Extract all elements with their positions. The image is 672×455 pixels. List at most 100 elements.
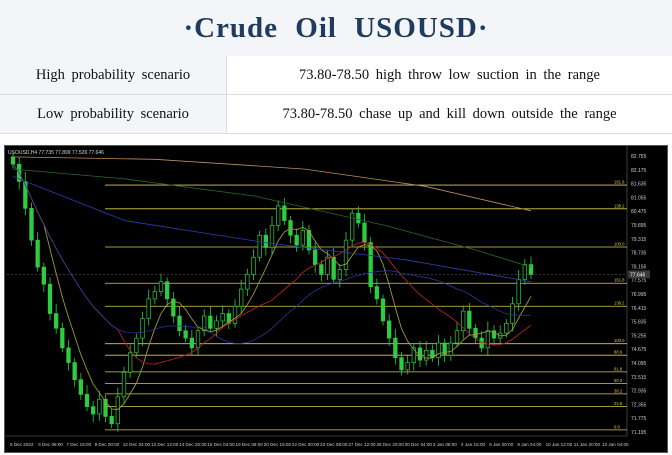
fib-level-label: 61.8 — [614, 366, 623, 371]
time-tick-label: 16 Dec 04:00 — [207, 442, 235, 447]
price-tick-label: 80.475 — [631, 209, 647, 215]
candle-body — [152, 291, 157, 300]
fib-level-label: 88.6 — [614, 350, 623, 355]
time-tick-label: 13 Dec 12:00 — [151, 442, 179, 447]
candle-body — [66, 347, 71, 363]
candle-body — [72, 362, 77, 381]
candle-body — [134, 337, 139, 354]
chart-svg[interactable]: USOUSD,H4 77.735 77.899 77.526 77.646 82… — [5, 146, 667, 452]
candle-body — [343, 239, 349, 270]
time-tick-label: 7 Dec 16:00 — [66, 442, 91, 447]
time-tick-label: 3 Jan 08:00 — [433, 442, 457, 447]
page-title: ·Crude Oil USOUSD· — [183, 11, 489, 44]
candle-body — [522, 264, 527, 280]
time-tick-label: 30 Dec 04:00 — [405, 442, 433, 447]
scenario-table: High probability scenario 73.80-78.50 hi… — [0, 56, 672, 134]
time-tick-label: 4 Jan 16:00 — [461, 442, 485, 447]
candle-body — [300, 229, 305, 246]
candle-body — [29, 207, 34, 241]
candle-body — [356, 212, 361, 224]
price-tick-label: 78.155 — [631, 264, 647, 270]
price-tick-label: 77.575 — [631, 278, 647, 284]
candle-body — [282, 205, 287, 221]
candle-body — [54, 313, 59, 329]
fib-level-label: 161.8 — [614, 180, 625, 185]
time-tick-label: 11 Jan 20:00 — [574, 442, 601, 447]
current-price-label: 77.646 — [630, 272, 646, 278]
price-tick-label: 74.675 — [631, 347, 647, 353]
candle-body — [467, 310, 472, 329]
candle-body — [10, 156, 16, 165]
candle-body — [362, 222, 367, 243]
price-tick-label: 79.315 — [631, 237, 647, 243]
page: ·Crude Oil USOUSD· High probability scen… — [0, 0, 672, 455]
price-tick-label: 75.255 — [631, 333, 647, 339]
scenario-label-low: Low probability scenario — [0, 94, 227, 134]
candle-body — [158, 281, 164, 292]
candle-body — [393, 337, 398, 359]
candle-body — [516, 278, 521, 305]
price-tick-label: 72.355 — [631, 402, 647, 408]
title-bar: ·Crude Oil USOUSD· — [0, 0, 672, 57]
candle-body — [319, 264, 324, 275]
candle-body — [313, 249, 318, 265]
candle-body — [239, 288, 244, 307]
price-tick-label: 76.415 — [631, 306, 647, 312]
candle-body — [350, 212, 355, 241]
candle-body — [399, 357, 404, 371]
price-tick-label: 78.735 — [631, 251, 647, 257]
time-tick-label: 19 Dec 08:00 — [236, 442, 264, 447]
fib-level-label: 161.8 — [614, 278, 625, 283]
candle-body — [473, 327, 478, 339]
candle-body — [214, 320, 219, 329]
candle-body — [436, 342, 441, 359]
price-tick-label: 79.895 — [631, 223, 647, 229]
price-chart[interactable]: USOUSD,H4 77.735 77.899 77.526 77.646 82… — [4, 145, 668, 453]
candle-body — [251, 256, 256, 275]
candle-body — [368, 242, 373, 288]
candle-body — [220, 313, 225, 322]
candle-body — [195, 330, 201, 349]
price-tick-label: 74.095 — [631, 361, 647, 367]
candle-body — [504, 323, 509, 334]
candle-body — [294, 234, 299, 246]
fib-level-label: 38.2 — [614, 388, 623, 393]
candle-body — [257, 234, 262, 258]
scenario-label-high: High probability scenario — [0, 56, 227, 95]
fib-level-label: 138.2 — [614, 301, 625, 306]
candle-body — [430, 349, 435, 359]
chart-header: USOUSD,H4 77.735 77.899 77.526 77.646 — [8, 150, 104, 156]
candle-body — [442, 342, 447, 356]
scenario-value-low: 73.80-78.50 chase up and kill down outsi… — [226, 94, 672, 134]
time-tick-label: 10 Jan 12:00 — [546, 442, 573, 447]
price-tick-label: 71.195 — [631, 430, 647, 436]
ma-mid-line — [12, 163, 532, 365]
time-tick-label: 20 Dec 16:00 — [264, 442, 292, 447]
time-tick-label: 28 Dec 20:00 — [376, 442, 404, 447]
candle-body — [528, 264, 534, 275]
candle-body — [387, 320, 392, 339]
candle-body — [84, 394, 90, 407]
candle-body — [424, 349, 429, 361]
candle-body — [454, 330, 460, 344]
candle-body — [146, 298, 151, 319]
price-tick-label: 76.995 — [631, 292, 647, 298]
fib-level-label: 0.0 — [614, 424, 620, 429]
time-tick-label: 9 Jan 04:00 — [517, 442, 541, 447]
candle-body — [417, 347, 423, 361]
candle-body — [189, 337, 194, 349]
price-tick-label: 72.935 — [631, 389, 647, 395]
time-tick-label: 5 Dec 2022 — [10, 442, 34, 447]
table-row: Low probability scenario 73.80-78.50 cha… — [0, 94, 672, 134]
price-tick-label: 82.755 — [631, 154, 647, 160]
ma-long-tan-line — [12, 156, 532, 212]
candle-body — [177, 315, 182, 332]
time-tick-label: 23 Dec 08:00 — [320, 442, 348, 447]
candle-body — [35, 239, 40, 268]
candle-body — [121, 371, 127, 398]
price-tick-label: 82.175 — [631, 168, 647, 174]
fib-level-label: 50.0 — [614, 378, 623, 383]
candle-body — [510, 303, 515, 324]
time-tick-label: 13 Jan 04:00 — [602, 442, 629, 447]
candle-body — [165, 281, 170, 300]
